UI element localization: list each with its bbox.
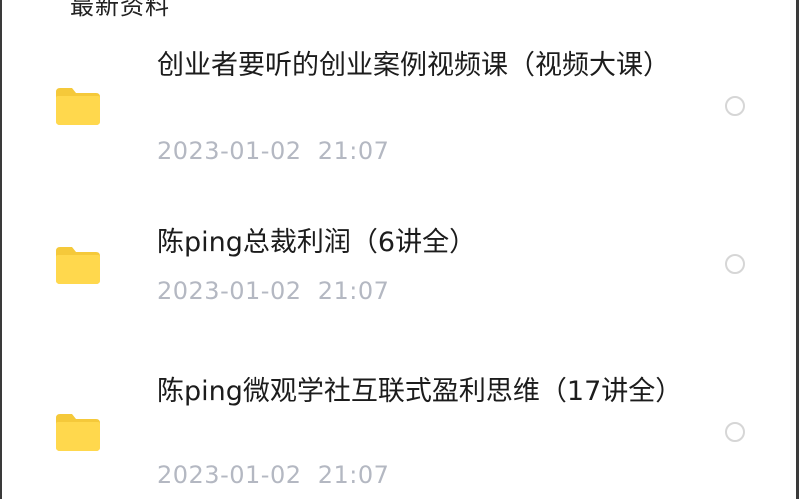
- file-title: 陈ping微观学社互联式盈利思维（17讲全）: [157, 376, 683, 407]
- folder-icon: [54, 245, 102, 284]
- screen-edge-left: [0, 0, 2, 499]
- folder-icon: [54, 412, 102, 451]
- file-title: 陈ping总裁利润（6讲全）: [157, 227, 477, 258]
- file-list-screen: 最新资料 创业者要听的创业案例视频课（视频大课） 2023-01-02 21:0…: [0, 0, 799, 499]
- file-date: 2023-01-02 21:07: [157, 137, 390, 165]
- file-date: 2023-01-02 21:07: [157, 461, 390, 489]
- select-radio-button[interactable]: [725, 254, 745, 274]
- select-radio-button[interactable]: [725, 96, 745, 116]
- select-radio-button[interactable]: [725, 422, 745, 442]
- folder-icon: [54, 86, 102, 125]
- file-date: 2023-01-02 21:07: [157, 277, 390, 305]
- section-header-clipped: 最新资料: [70, 0, 170, 20]
- file-title: 创业者要听的创业案例视频课（视频大课）: [157, 50, 670, 81]
